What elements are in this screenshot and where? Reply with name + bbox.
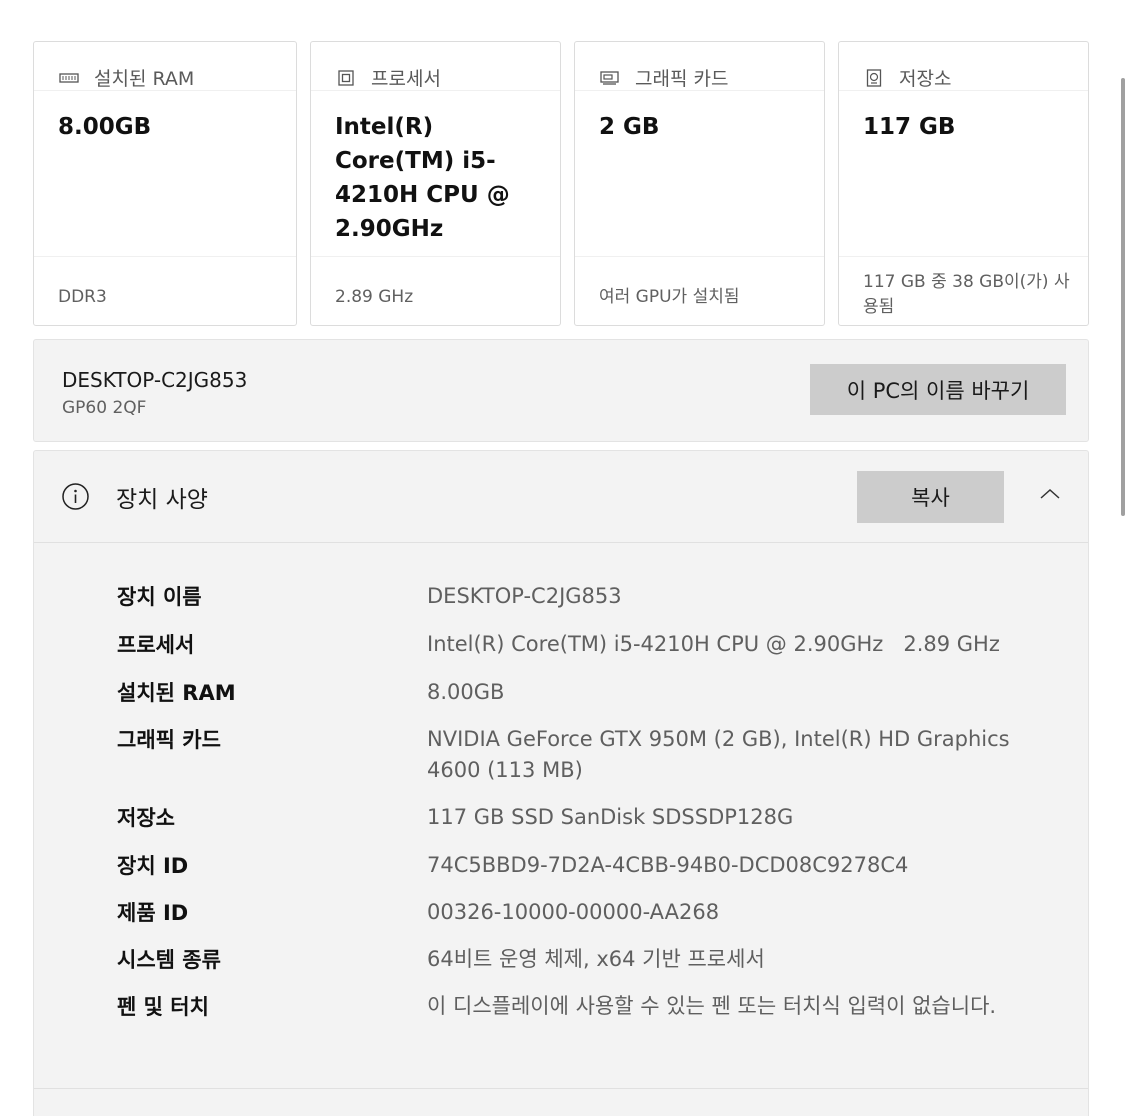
card-divider: [575, 256, 824, 257]
spec-label: 저장소: [117, 806, 175, 830]
info-icon: [62, 483, 89, 510]
spec-label: 시스템 종류: [117, 948, 221, 972]
spec-value: 64비트 운영 체제, x64 기반 프로세서: [427, 947, 765, 971]
card-footer: 117 GB 중 38 GB이(가) 사용됨: [863, 272, 1070, 317]
card-processor: 프로세서 Intel(R) Core(TM) i5-4210H CPU @ 2.…: [310, 41, 561, 326]
card-value: 117 GB: [863, 114, 956, 140]
card-value: 8.00GB: [58, 114, 152, 140]
card-title: 설치된 RAM: [94, 68, 195, 90]
section-divider: [34, 1088, 1088, 1089]
rename-pc-button[interactable]: 이 PC의 이름 바꾸기: [810, 364, 1066, 415]
specs-header[interactable]: 장치 사양 복사: [34, 451, 1088, 543]
spec-value: 8.00GB: [427, 680, 505, 704]
spec-value: Intel(R) Core(TM) i5-4210H CPU @ 2.90GHz…: [427, 632, 1000, 656]
card-graphics: 그래픽 카드 2 GB 여러 GPU가 설치됨: [574, 41, 825, 326]
spec-value: 이 디스플레이에 사용할 수 있는 펜 또는 터치식 입력이 없습니다.: [427, 994, 997, 1018]
spec-value: DESKTOP-C2JG853: [427, 584, 622, 608]
spec-label: 장치 이름: [117, 585, 202, 609]
spec-value: NVIDIA GeForce GTX 950M (2 GB), Intel(R)…: [427, 727, 1010, 782]
spec-label: 제품 ID: [117, 901, 189, 925]
device-name-panel: DESKTOP-C2JG853 GP60 2QF 이 PC의 이름 바꾸기: [33, 339, 1089, 442]
scrollbar-thumb[interactable]: [1121, 78, 1125, 516]
pc-model: GP60 2QF: [62, 398, 147, 418]
card-storage: 저장소 117 GB 117 GB 중 38 GB이(가) 사용됨: [838, 41, 1089, 326]
device-specs-panel: 장치 사양 복사 장치 이름 DESKTOP-C2JG853 프로세서 Inte…: [33, 450, 1089, 1116]
card-header: 그래픽 카드: [599, 64, 728, 91]
processor-icon: [335, 67, 357, 89]
card-footer: 여러 GPU가 설치됨: [599, 287, 740, 307]
card-divider: [34, 256, 296, 257]
card-title: 그래픽 카드: [635, 68, 729, 90]
card-title: 저장소: [899, 68, 952, 90]
card-header: 프로세서: [335, 64, 441, 91]
specs-title: 장치 사양: [116, 487, 208, 513]
graphics-card-icon: [599, 67, 621, 89]
card-footer: 2.89 GHz: [335, 287, 414, 307]
spec-label: 설치된 RAM: [117, 681, 236, 705]
spec-label: 장치 ID: [117, 854, 189, 878]
chevron-up-icon[interactable]: [1036, 483, 1064, 505]
spec-value: 117 GB SSD SanDisk SDSSDP128G: [427, 805, 794, 829]
card-header: 저장소: [863, 64, 951, 91]
card-ram: 설치된 RAM 8.00GB DDR3: [33, 41, 297, 326]
spec-label: 프로세서: [117, 633, 195, 657]
card-title: 프로세서: [371, 68, 441, 90]
spec-value: 00326-10000-00000-AA268: [427, 900, 720, 924]
pc-name: DESKTOP-C2JG853: [62, 368, 248, 392]
storage-icon: [863, 67, 885, 89]
card-value: Intel(R) Core(TM) i5-4210H CPU @ 2.90GHz: [335, 114, 510, 242]
card-divider: [311, 256, 560, 257]
spec-value: 74C5BBD9-7D2A-4CBB-94B0-DCD08C9278C4: [427, 853, 909, 877]
card-value: 2 GB: [599, 114, 660, 140]
spec-label: 그래픽 카드: [117, 728, 221, 752]
ram-icon: [58, 67, 80, 89]
copy-button[interactable]: 복사: [857, 471, 1004, 523]
card-header: 설치된 RAM: [58, 64, 194, 91]
card-divider: [839, 256, 1088, 257]
card-footer: DDR3: [58, 287, 107, 307]
spec-label: 펜 및 터치: [117, 995, 209, 1019]
